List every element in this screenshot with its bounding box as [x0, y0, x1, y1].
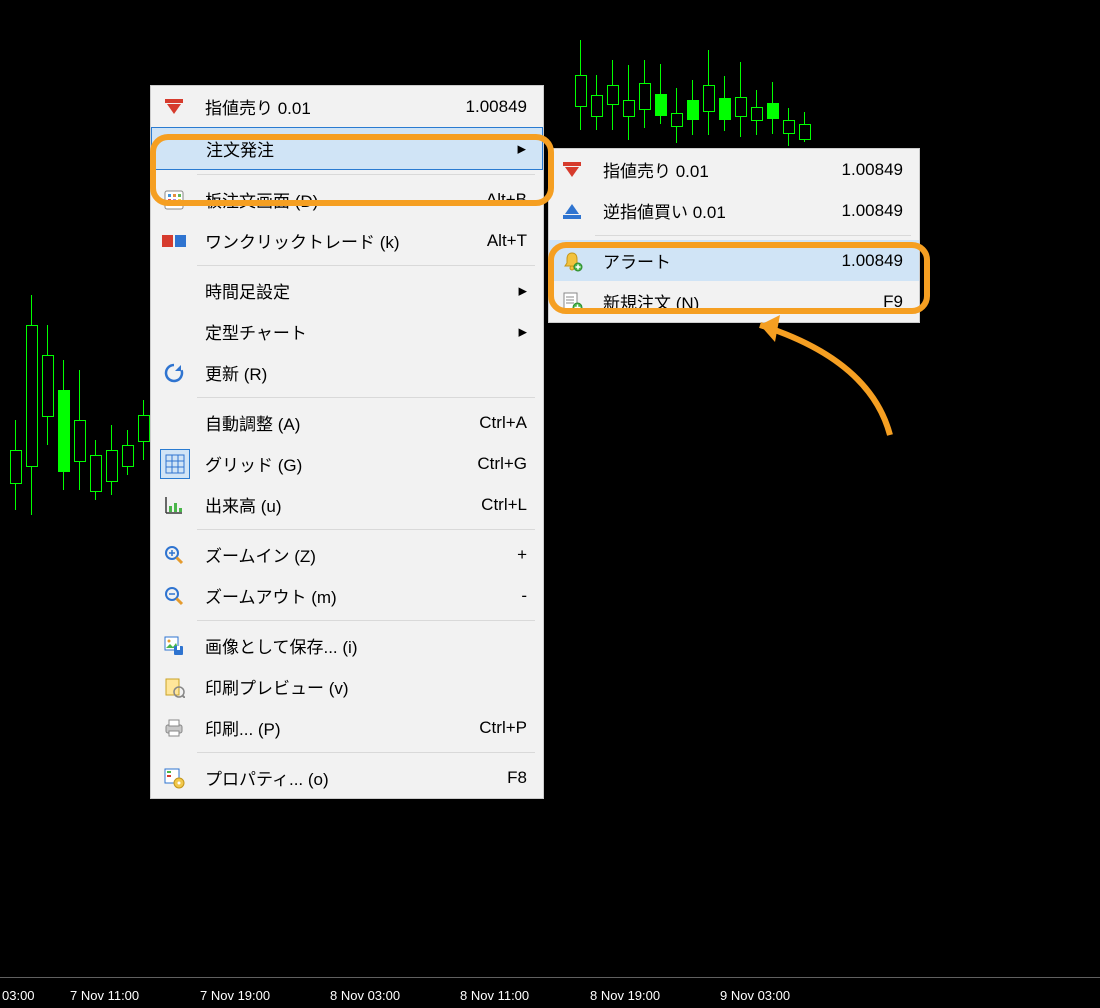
- menu-label: 逆指値買い 0.01: [603, 198, 726, 223]
- menu-item-volume[interactable]: 出来高 (u) Ctrl+L: [151, 484, 543, 525]
- x-axis-tick: 8 Nov 03:00: [330, 988, 400, 1003]
- menu-item-order[interactable]: 注文発注 ▸: [151, 127, 543, 170]
- menu-label: 注文発注: [206, 136, 274, 161]
- neworder-icon: [559, 289, 585, 315]
- menu-label: 指値売り 0.01: [205, 94, 311, 119]
- menu-label: 指値売り 0.01: [603, 157, 709, 182]
- menu-item-properties[interactable]: プロパティ... (o) F8: [151, 757, 543, 798]
- menu-separator: [197, 397, 535, 398]
- menu-item-timeframe[interactable]: 時間足設定 ▸: [151, 270, 543, 311]
- submenu-item-alert[interactable]: アラート 1.00849: [549, 240, 919, 281]
- menu-separator: [197, 174, 535, 175]
- menu-label: 出来高 (u): [205, 492, 282, 517]
- menu-separator: [197, 620, 535, 621]
- menu-shortcut: Alt+B: [456, 190, 527, 210]
- buy-arrow-icon: [559, 198, 585, 224]
- zoomin-icon: [161, 542, 187, 568]
- menu-label: ワンクリックトレード (k): [205, 228, 400, 253]
- x-axis-tick: 03:00: [2, 988, 35, 1003]
- menu-shortcut: 1.00849: [812, 160, 903, 180]
- x-axis: 03:00 7 Nov 11:00 7 Nov 19:00 8 Nov 03:0…: [0, 977, 1100, 1008]
- menu-label: 定型チャート: [205, 319, 307, 344]
- menu-item-zoomout[interactable]: ズームアウト (m) -: [151, 575, 543, 616]
- menu-item-printprev[interactable]: 印刷プレビュー (v): [151, 666, 543, 707]
- properties-icon: [161, 765, 187, 791]
- menu-label: プロパティ... (o): [205, 765, 329, 790]
- zoomout-icon: [161, 583, 187, 609]
- menu-label: 印刷プレビュー (v): [205, 674, 349, 699]
- menu-label: グリッド (G): [205, 451, 302, 476]
- menu-item-refresh[interactable]: 更新 (R): [151, 352, 543, 393]
- submenu-item-sell-limit[interactable]: 指値売り 0.01 1.00849: [549, 149, 919, 190]
- menu-item-depth[interactable]: 板注文画面 (D) Alt+B: [151, 179, 543, 220]
- menu-shortcut: Ctrl+P: [449, 718, 527, 738]
- oneclick-icon: [161, 228, 187, 254]
- submenu-order[interactable]: 指値売り 0.01 1.00849 逆指値買い 0.01 1.00849 アラー…: [548, 148, 920, 323]
- x-axis-tick: 8 Nov 19:00: [590, 988, 660, 1003]
- menu-label: 時間足設定: [205, 278, 290, 303]
- alert-icon: [559, 248, 585, 274]
- menu-item-sell-limit[interactable]: 指値売り 0.01 1.00849: [151, 86, 543, 127]
- submenu-arrow-icon: ▸: [487, 139, 526, 159]
- menu-shortcut: +: [487, 545, 527, 565]
- submenu-item-neworder[interactable]: 新規注文 (N) F9: [549, 281, 919, 322]
- menu-label: 新規注文 (N): [603, 289, 699, 314]
- menu-item-oneclick[interactable]: ワンクリックトレード (k) Alt+T: [151, 220, 543, 261]
- menu-item-autoscroll[interactable]: 自動調整 (A) Ctrl+A: [151, 402, 543, 443]
- menu-shortcut: F8: [477, 768, 527, 788]
- menu-shortcut: Alt+T: [457, 231, 527, 251]
- menu-separator: [197, 265, 535, 266]
- menu-shortcut: Ctrl+A: [449, 413, 527, 433]
- menu-item-saveimg[interactable]: 画像として保存... (i): [151, 625, 543, 666]
- menu-shortcut: Ctrl+L: [451, 495, 527, 515]
- print-icon: [161, 715, 187, 741]
- menu-shortcut: -: [491, 586, 527, 606]
- menu-label: 自動調整 (A): [205, 410, 300, 435]
- menu-shortcut: Ctrl+G: [447, 454, 527, 474]
- menu-shortcut: F9: [853, 292, 903, 312]
- menu-shortcut: 1.00849: [812, 251, 903, 271]
- menu-separator: [197, 529, 535, 530]
- menu-item-print[interactable]: 印刷... (P) Ctrl+P: [151, 707, 543, 748]
- grid-icon: [160, 449, 190, 479]
- depth-icon: [161, 187, 187, 213]
- submenu-arrow-icon: ▸: [488, 281, 527, 301]
- x-axis-tick: 7 Nov 19:00: [200, 988, 270, 1003]
- menu-separator: [595, 235, 911, 236]
- menu-label: 更新 (R): [205, 360, 267, 385]
- menu-label: ズームアウト (m): [205, 583, 337, 608]
- menu-shortcut: 1.00849: [812, 201, 903, 221]
- menu-shortcut: 1.00849: [436, 97, 527, 117]
- menu-label: 板注文画面 (D): [205, 187, 318, 212]
- sell-arrow-icon: [559, 157, 585, 183]
- menu-label: ズームイン (Z): [205, 542, 316, 567]
- menu-item-zoomin[interactable]: ズームイン (Z) +: [151, 534, 543, 575]
- x-axis-tick: 7 Nov 11:00: [70, 988, 139, 1003]
- submenu-arrow-icon: ▸: [488, 322, 527, 342]
- refresh-icon: [161, 360, 187, 386]
- context-menu[interactable]: 指値売り 0.01 1.00849 注文発注 ▸ 板注文画面 (D) Alt+B…: [150, 85, 544, 799]
- x-axis-tick: 8 Nov 11:00: [460, 988, 529, 1003]
- submenu-item-buy-stop[interactable]: 逆指値買い 0.01 1.00849: [549, 190, 919, 231]
- menu-separator: [197, 752, 535, 753]
- x-axis-tick: 9 Nov 03:00: [720, 988, 790, 1003]
- saveimg-icon: [161, 633, 187, 659]
- printprev-icon: [161, 674, 187, 700]
- menu-label: 印刷... (P): [205, 715, 281, 740]
- volume-icon: [161, 492, 187, 518]
- menu-label: 画像として保存... (i): [205, 633, 357, 658]
- sell-arrow-icon: [161, 94, 187, 120]
- menu-item-grid[interactable]: グリッド (G) Ctrl+G: [151, 443, 543, 484]
- menu-label: アラート: [603, 248, 671, 273]
- menu-item-template[interactable]: 定型チャート ▸: [151, 311, 543, 352]
